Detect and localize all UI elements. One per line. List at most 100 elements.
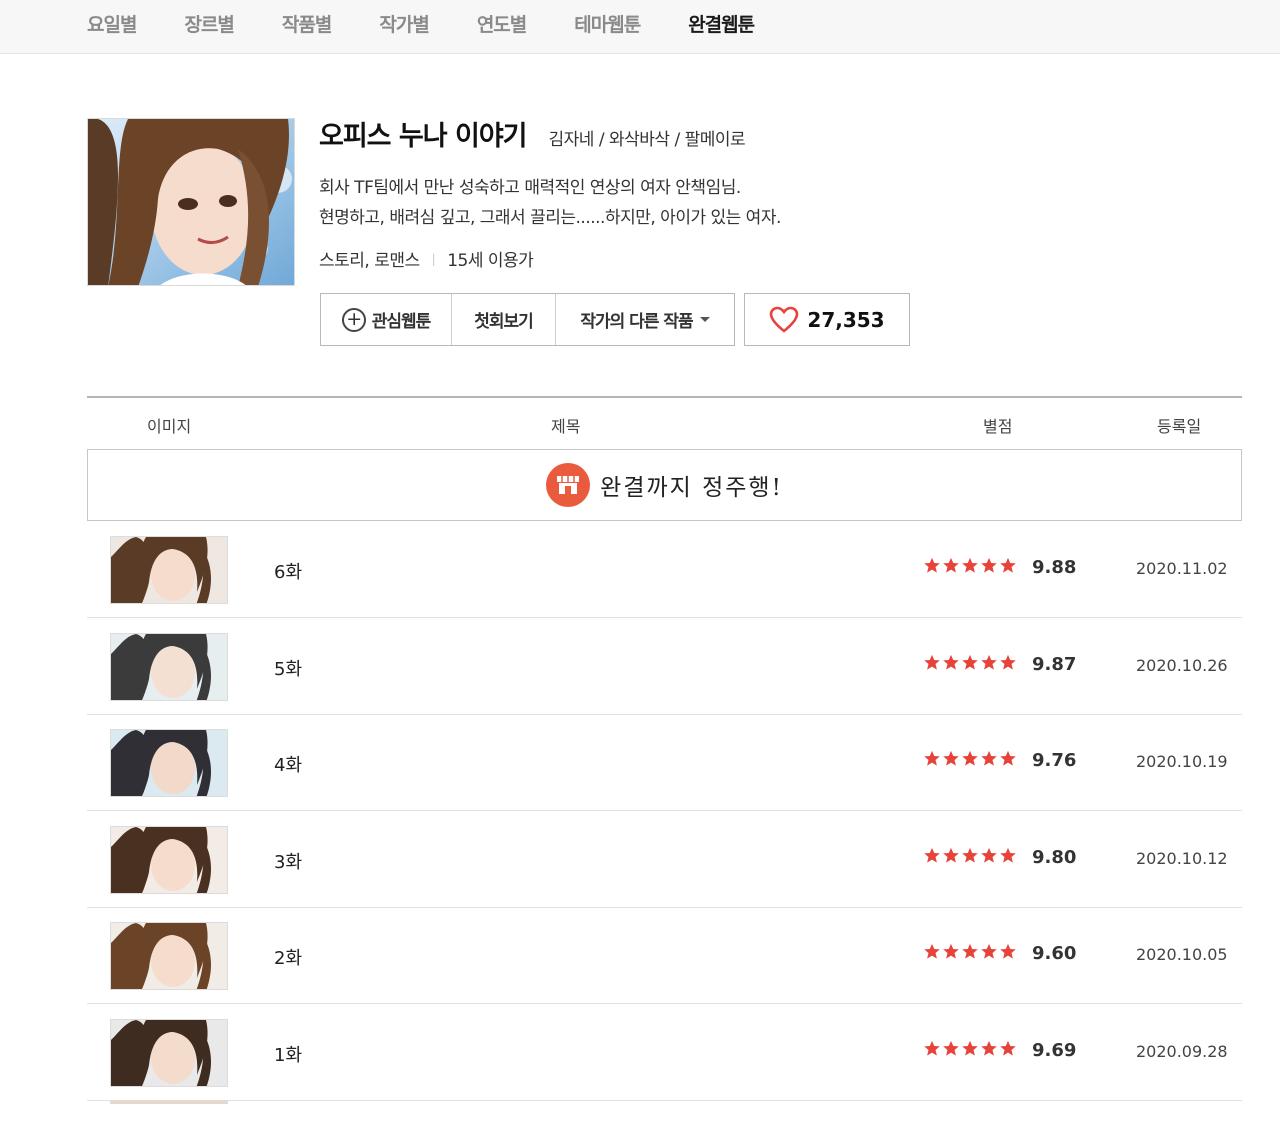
episode-row[interactable]: 1화 9.69 2020.09.28	[87, 1004, 1242, 1101]
star-icon	[924, 557, 940, 573]
comic-synopsis: 회사 TF팀에서 만난 성숙하고 매력적인 연상의 여자 안책임님. 현명하고,…	[319, 173, 781, 233]
episode-thumbnail[interactable]	[110, 632, 228, 701]
episode-row[interactable]: 4화 9.76 2020.10.19	[87, 714, 1242, 811]
star-rating	[923, 847, 1018, 863]
synopsis-line-1: 회사 TF팀에서 만난 성숙하고 매력적인 연상의 여자 안책임님.	[319, 178, 741, 198]
episode-score: 9.76	[1032, 750, 1077, 771]
nav-item-genre[interactable]: 장르별	[184, 0, 234, 54]
episode-date: 2020.10.12	[1136, 848, 1228, 868]
like-button[interactable]: 27,353	[744, 293, 910, 346]
episode-row[interactable]: 5화 9.87 2020.10.26	[87, 618, 1242, 715]
star-icon	[924, 654, 940, 670]
episode-thumbnail[interactable]	[110, 729, 228, 797]
star-rating	[923, 750, 1018, 766]
star-icon	[943, 943, 959, 959]
episode-score: 9.60	[1032, 943, 1077, 964]
episode-date: 2020.09.28	[1136, 1041, 1228, 1061]
star-icon	[981, 557, 997, 573]
episode-title[interactable]: 6화	[274, 558, 302, 584]
episode-thumbnail[interactable]	[110, 1018, 228, 1087]
star-icon	[1000, 847, 1016, 863]
synopsis-line-2: 현명하고, 배려심 깊고, 그래서 끌리는......하지만, 아이가 있는 여…	[319, 208, 781, 228]
table-header: 이미지 제목 별점 등록일	[87, 398, 1242, 448]
action-button-group: + 관심웹툰 첫회보기 작가의 다른 작품	[320, 293, 735, 346]
star-icon	[962, 847, 978, 863]
comic-genre: 스토리, 로맨스	[319, 251, 420, 271]
star-icon	[1000, 943, 1016, 959]
episode-date: 2020.10.05	[1136, 945, 1228, 964]
episode-thumbnail[interactable]	[110, 536, 228, 604]
star-icon	[1000, 557, 1016, 573]
first-episode-label: 첫회보기	[474, 312, 534, 332]
comic-title-row: 오피스 누나 이야기 김자네 / 와삭바삭 / 팔메이로	[319, 114, 746, 153]
star-rating	[923, 1040, 1018, 1056]
store-icon	[546, 463, 591, 507]
episode-row[interactable]: 6화 9.88 2020.11.02	[87, 521, 1242, 618]
first-episode-button[interactable]: 첫회보기	[451, 294, 555, 345]
nav-item-title[interactable]: 작품별	[282, 0, 332, 54]
episode-row-partial[interactable]	[87, 1100, 1242, 1104]
episode-score: 9.87	[1032, 653, 1077, 675]
episode-title[interactable]: 3화	[274, 848, 302, 874]
episode-title[interactable]: 4화	[274, 751, 302, 777]
favorite-webtoon-button[interactable]: + 관심웹툰	[321, 294, 451, 345]
episode-thumbnail[interactable]	[110, 1100, 228, 1104]
header-title: 제목	[551, 417, 581, 436]
star-icon	[962, 654, 978, 670]
episode-score: 9.69	[1032, 1039, 1077, 1061]
episode-date: 2020.10.26	[1136, 655, 1228, 675]
star-icon	[943, 654, 959, 670]
star-icon	[962, 1040, 978, 1056]
plus-circle-icon: +	[341, 307, 366, 332]
episode-title[interactable]: 2화	[274, 944, 302, 970]
nav-item-theme[interactable]: 테마웹툰	[574, 0, 641, 54]
comic-age-rating: 15세 이용가	[447, 251, 534, 271]
banner-text: 완결까지 정주행!	[600, 475, 783, 501]
header-rating: 별점	[983, 417, 1013, 436]
comic-cover-image	[87, 118, 295, 286]
star-icon	[1000, 654, 1016, 670]
header-date: 등록일	[1157, 417, 1202, 436]
star-icon	[962, 943, 978, 959]
star-icon	[943, 750, 959, 766]
favorite-label: 관심웹툰	[371, 312, 432, 332]
episode-thumbnail[interactable]	[110, 922, 228, 990]
nav-item-year[interactable]: 연도별	[477, 0, 527, 54]
star-icon	[943, 847, 959, 863]
comic-authors[interactable]: 김자네 / 와삭바삭 / 팔메이로	[549, 125, 746, 150]
heart-icon	[770, 306, 799, 333]
header-image: 이미지	[147, 417, 192, 436]
star-icon	[981, 750, 997, 766]
episode-row[interactable]: 2화 9.60 2020.10.05	[87, 907, 1242, 1004]
episode-date: 2020.10.19	[1136, 752, 1228, 771]
star-rating	[923, 654, 1018, 670]
star-icon	[981, 654, 997, 670]
star-icon	[1000, 750, 1016, 766]
nav-item-completed[interactable]: 완결웹툰	[688, 0, 755, 54]
star-icon	[924, 847, 940, 863]
star-icon	[981, 943, 997, 959]
nav-item-weekday[interactable]: 요일별	[87, 0, 137, 54]
comic-title: 오피스 누나 이야기	[319, 121, 528, 152]
star-icon	[981, 1040, 997, 1056]
star-icon	[1000, 1040, 1016, 1056]
star-rating	[923, 943, 1018, 959]
binge-banner[interactable]: 완결까지 정주행!	[87, 449, 1242, 521]
episode-title[interactable]: 1화	[274, 1041, 302, 1067]
star-rating	[923, 557, 1018, 573]
episode-thumbnail[interactable]	[110, 825, 228, 894]
caret-down-icon	[699, 317, 710, 322]
star-icon	[943, 1040, 959, 1056]
episode-date: 2020.11.02	[1136, 559, 1228, 578]
star-icon	[924, 943, 940, 959]
nav-item-author[interactable]: 작가별	[379, 0, 429, 54]
episode-title[interactable]: 5화	[274, 655, 302, 681]
author-other-works-button[interactable]: 작가의 다른 작품	[555, 294, 734, 345]
detail-divider: |	[431, 251, 436, 266]
comic-details: 스토리, 로맨스 | 15세 이용가	[319, 246, 534, 271]
star-icon	[962, 750, 978, 766]
episode-score: 9.80	[1032, 846, 1077, 868]
nav-list: 요일별 장르별 작품별 작가별 연도별 테마웹툰 완결웹툰	[87, 0, 802, 54]
star-icon	[943, 557, 959, 573]
episode-row[interactable]: 3화 9.80 2020.10.12	[87, 811, 1242, 908]
